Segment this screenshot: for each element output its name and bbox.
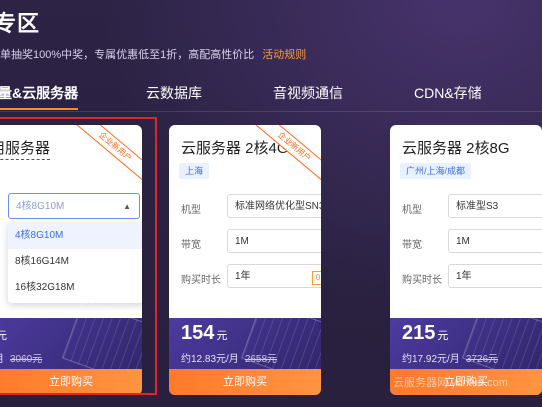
product-card-3: 云服务器 2核8G 广州/上海/成都 机型 标准型S3▼ 带宽 1M▼ 购买时长… bbox=[390, 125, 542, 395]
price-per-month: 约17.92元/月 3726元 bbox=[402, 354, 499, 365]
dropdown-option[interactable]: 4核8G10M bbox=[8, 223, 142, 249]
bandwidth-label: 带宽 bbox=[402, 240, 422, 251]
page-title: 专区 bbox=[0, 11, 41, 36]
model-label: 机型 bbox=[181, 205, 201, 216]
active-tab-indicator bbox=[0, 108, 78, 110]
product-card-1: 用服务器 企业新用户 4核8G10M ▲ 4核8G10M 8核16G14M 16… bbox=[0, 125, 142, 395]
original-price: 3726元 bbox=[465, 354, 499, 365]
dropdown-option[interactable]: 16核32G18M bbox=[8, 275, 142, 301]
original-price: 2658元 bbox=[244, 354, 278, 365]
discount-badge: 0.6折 bbox=[311, 271, 321, 285]
enterprise-ribbon: 企业新用户 bbox=[73, 125, 142, 184]
tabs-divider bbox=[0, 111, 542, 112]
tab-cloud-server[interactable]: 量&云服务器 bbox=[0, 83, 78, 103]
duration-select[interactable]: 1年▼ bbox=[448, 264, 542, 288]
duration-label: 购买时长 bbox=[181, 275, 221, 286]
bandwidth-select[interactable]: 1M▼ bbox=[227, 229, 321, 253]
model-select[interactable]: 标准网络优化型SN3ne▼ bbox=[227, 194, 321, 218]
tab-cdn-storage[interactable]: CDN&存储 bbox=[414, 83, 482, 103]
site-watermark: 云服务器网 yuntue.com bbox=[393, 377, 508, 389]
bandwidth-select[interactable]: 1M▼ bbox=[448, 229, 542, 253]
config-dropdown-list: 4核8G10M 8核16G14M 16核32G18M bbox=[8, 223, 142, 303]
dropdown-option[interactable]: 8核16G14M bbox=[8, 249, 142, 275]
model-label: 机型 bbox=[402, 205, 422, 216]
price: 215 元 bbox=[402, 322, 449, 344]
price-per-month: 月3060元 bbox=[0, 350, 42, 365]
category-tabs: 量&云服务器 云数据库 音视频通信 CDN&存储 bbox=[0, 78, 542, 112]
duration-label: 购买时长 bbox=[402, 275, 442, 286]
rules-link[interactable]: 活动规则 bbox=[262, 49, 306, 61]
original-price: 3060元 bbox=[10, 354, 43, 365]
price: 154 元 bbox=[181, 322, 228, 344]
card-title: 云服务器 2核8G bbox=[402, 140, 510, 157]
config-select-value: 4核8G10M bbox=[16, 201, 65, 212]
duration-select[interactable]: 1年0.6折▼ bbox=[227, 264, 321, 288]
config-select[interactable]: 4核8G10M ▲ bbox=[8, 193, 140, 219]
product-card-2: 云服务器 2核4G 企业新用户 上海 机型 标准网络优化型SN3ne▼ 带宽 1… bbox=[169, 125, 321, 395]
model-select[interactable]: 标准型S3▼ bbox=[448, 194, 542, 218]
region-badge: 广州/上海/成都 bbox=[400, 163, 472, 179]
tab-cloud-database[interactable]: 云数据库 bbox=[146, 83, 202, 103]
caret-up-icon: ▲ bbox=[123, 202, 131, 211]
card-title: 用服务器 bbox=[0, 137, 51, 160]
buy-button[interactable]: 立即购买 bbox=[0, 369, 142, 395]
header-subtitle: 单抽奖100%中奖，专属优惠低至1折，高配高性价比 活动规则 bbox=[0, 46, 306, 62]
price-per-month: 约12.83元/月 2658元 bbox=[181, 354, 278, 365]
tab-av-communication[interactable]: 音视频通信 bbox=[273, 83, 343, 103]
buy-button[interactable]: 立即购买 bbox=[169, 369, 321, 395]
region-badge: 上海 bbox=[179, 163, 210, 179]
price: 元 bbox=[0, 330, 7, 342]
bandwidth-label: 带宽 bbox=[181, 240, 201, 251]
promo-text: 单抽奖100%中奖，专属优惠低至1折，高配高性价比 bbox=[0, 49, 255, 61]
